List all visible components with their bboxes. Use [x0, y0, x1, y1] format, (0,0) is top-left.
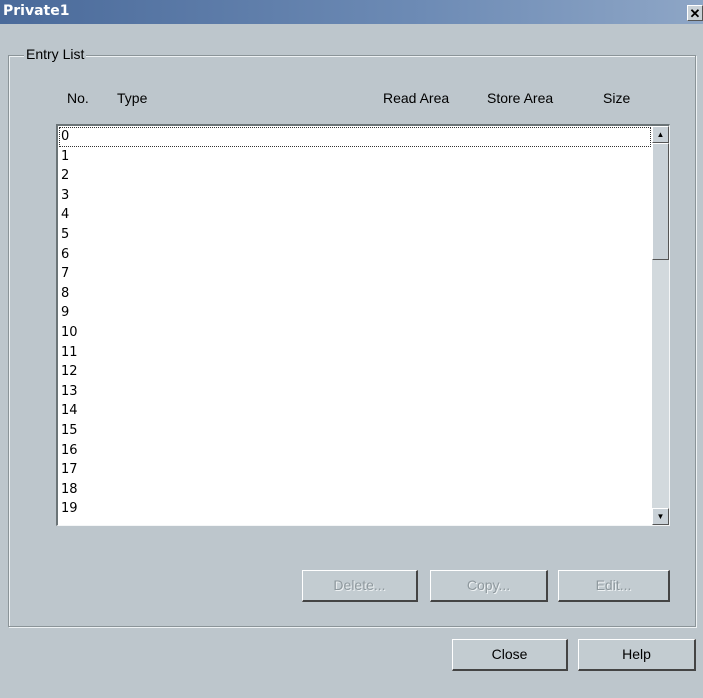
- list-item[interactable]: 6: [59, 245, 651, 265]
- up-arrow-icon: ▲: [656, 130, 665, 139]
- column-header-store-area: Store Area: [487, 90, 554, 106]
- list-item[interactable]: 14: [59, 401, 651, 421]
- list-item[interactable]: 5: [59, 225, 651, 245]
- help-button[interactable]: Help: [578, 639, 696, 671]
- list-item[interactable]: 7: [59, 264, 651, 284]
- entry-listbox[interactable]: 0 1 2 3 4 5 6 7 8 9 10 11 12 13 14 15 16…: [56, 124, 670, 526]
- list-item[interactable]: 1: [59, 147, 651, 167]
- down-arrow-icon: ▼: [656, 512, 665, 521]
- close-window-button[interactable]: ✕: [687, 5, 703, 21]
- list-item[interactable]: 15: [59, 421, 651, 441]
- window-title: Private1: [3, 3, 70, 19]
- list-item[interactable]: 4: [59, 205, 651, 225]
- group-label: Entry List: [24, 46, 87, 62]
- column-header-type: Type: [117, 90, 148, 106]
- column-header-no: No.: [67, 90, 89, 106]
- list-item[interactable]: 3: [59, 186, 651, 206]
- list-item[interactable]: 10: [59, 323, 651, 343]
- title-bar: Private1 ✕: [0, 0, 703, 24]
- scroll-down-button[interactable]: ▼: [652, 508, 669, 525]
- list-item[interactable]: 13: [59, 382, 651, 402]
- vertical-scrollbar[interactable]: ▲ ▼: [652, 126, 669, 525]
- scroll-up-button[interactable]: ▲: [652, 126, 669, 143]
- list-item[interactable]: 9: [59, 303, 651, 323]
- entry-rows: 0 1 2 3 4 5 6 7 8 9 10 11 12 13 14 15 16…: [59, 127, 651, 519]
- copy-button[interactable]: Copy...: [430, 570, 548, 602]
- scroll-thumb[interactable]: [652, 143, 669, 260]
- list-item[interactable]: 19: [59, 499, 651, 519]
- delete-button[interactable]: Delete...: [302, 570, 418, 602]
- list-item[interactable]: 0: [59, 127, 651, 147]
- list-item[interactable]: 11: [59, 343, 651, 363]
- column-header-read-area: Read Area: [383, 90, 450, 106]
- edit-button[interactable]: Edit...: [558, 570, 670, 602]
- list-item[interactable]: 18: [59, 480, 651, 500]
- list-item[interactable]: 12: [59, 362, 651, 382]
- list-item[interactable]: 17: [59, 460, 651, 480]
- list-item[interactable]: 16: [59, 441, 651, 461]
- close-icon: ✕: [689, 6, 701, 21]
- close-button[interactable]: Close: [452, 639, 568, 671]
- column-header-size: Size: [603, 90, 631, 106]
- list-item[interactable]: 8: [59, 284, 651, 304]
- list-item[interactable]: 2: [59, 166, 651, 186]
